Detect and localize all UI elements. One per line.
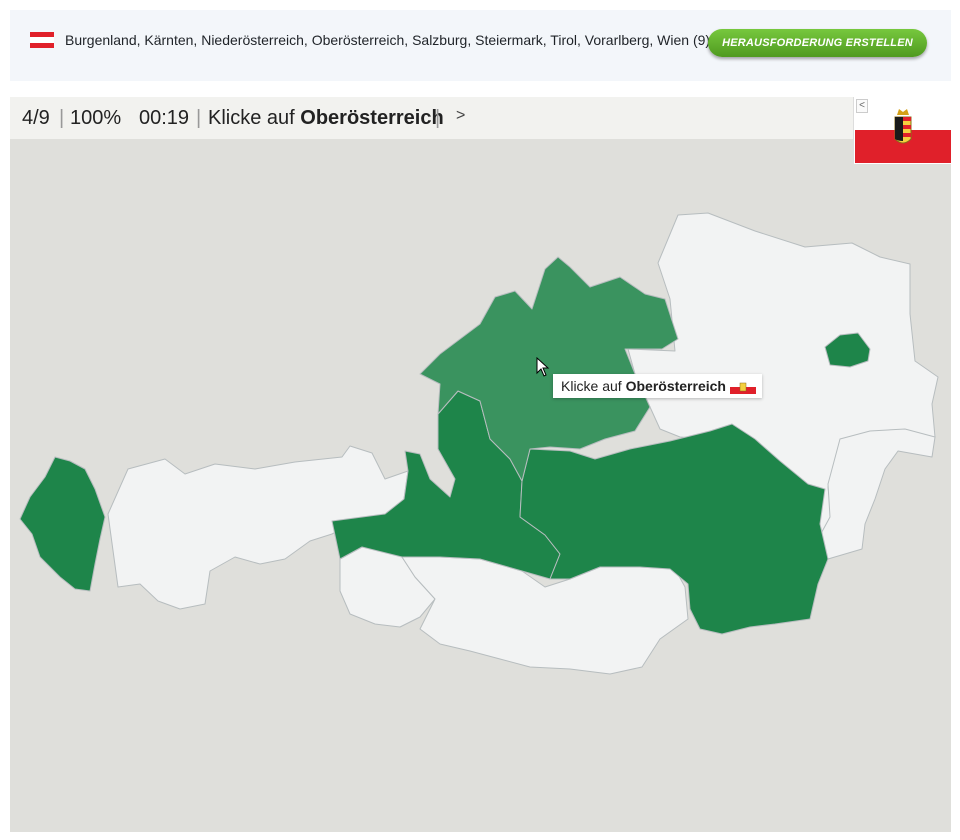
flag-panel: < xyxy=(853,97,951,164)
timer: 00:19 xyxy=(139,107,190,129)
create-challenge-button[interactable]: HERAUSFORDERUNG ERSTELLEN xyxy=(708,29,927,57)
separator: | xyxy=(59,107,65,129)
prompt-text: Klicke auf Oberösterreich xyxy=(208,107,444,130)
austria-map xyxy=(19,212,939,675)
progress-counter: 4/9 xyxy=(22,107,50,129)
austria-flag-icon xyxy=(30,32,54,48)
upper-austria-flag-icon xyxy=(729,380,756,394)
next-question-button[interactable]: > xyxy=(456,107,465,125)
separator: | xyxy=(196,107,202,129)
region-vorarlberg[interactable] xyxy=(19,456,106,592)
tooltip-target: Oberösterreich xyxy=(625,378,726,394)
map-tooltip: Klicke auf Oberösterreich xyxy=(553,374,762,398)
separator: | xyxy=(435,107,441,129)
mouse-cursor-icon xyxy=(536,357,550,377)
collapse-flag-button[interactable]: < xyxy=(856,99,868,113)
quiz-game-area: 4/9 | 100% 00:19 | Klicke auf Oberösterr… xyxy=(10,97,951,832)
accuracy-percent: 100% xyxy=(70,107,122,129)
regions-list: Burgenland, Kärnten, Niederösterreich, O… xyxy=(65,32,711,48)
quiz-header: Burgenland, Kärnten, Niederösterreich, O… xyxy=(10,10,951,81)
prompt-prefix: Klicke auf xyxy=(208,107,301,129)
prompt-target: Oberösterreich xyxy=(300,107,444,129)
upper-austria-flag-icon xyxy=(855,97,951,163)
tooltip-prefix: Klicke auf xyxy=(561,378,626,394)
status-bar: 4/9 | 100% 00:19 | Klicke auf Oberösterr… xyxy=(10,97,951,139)
